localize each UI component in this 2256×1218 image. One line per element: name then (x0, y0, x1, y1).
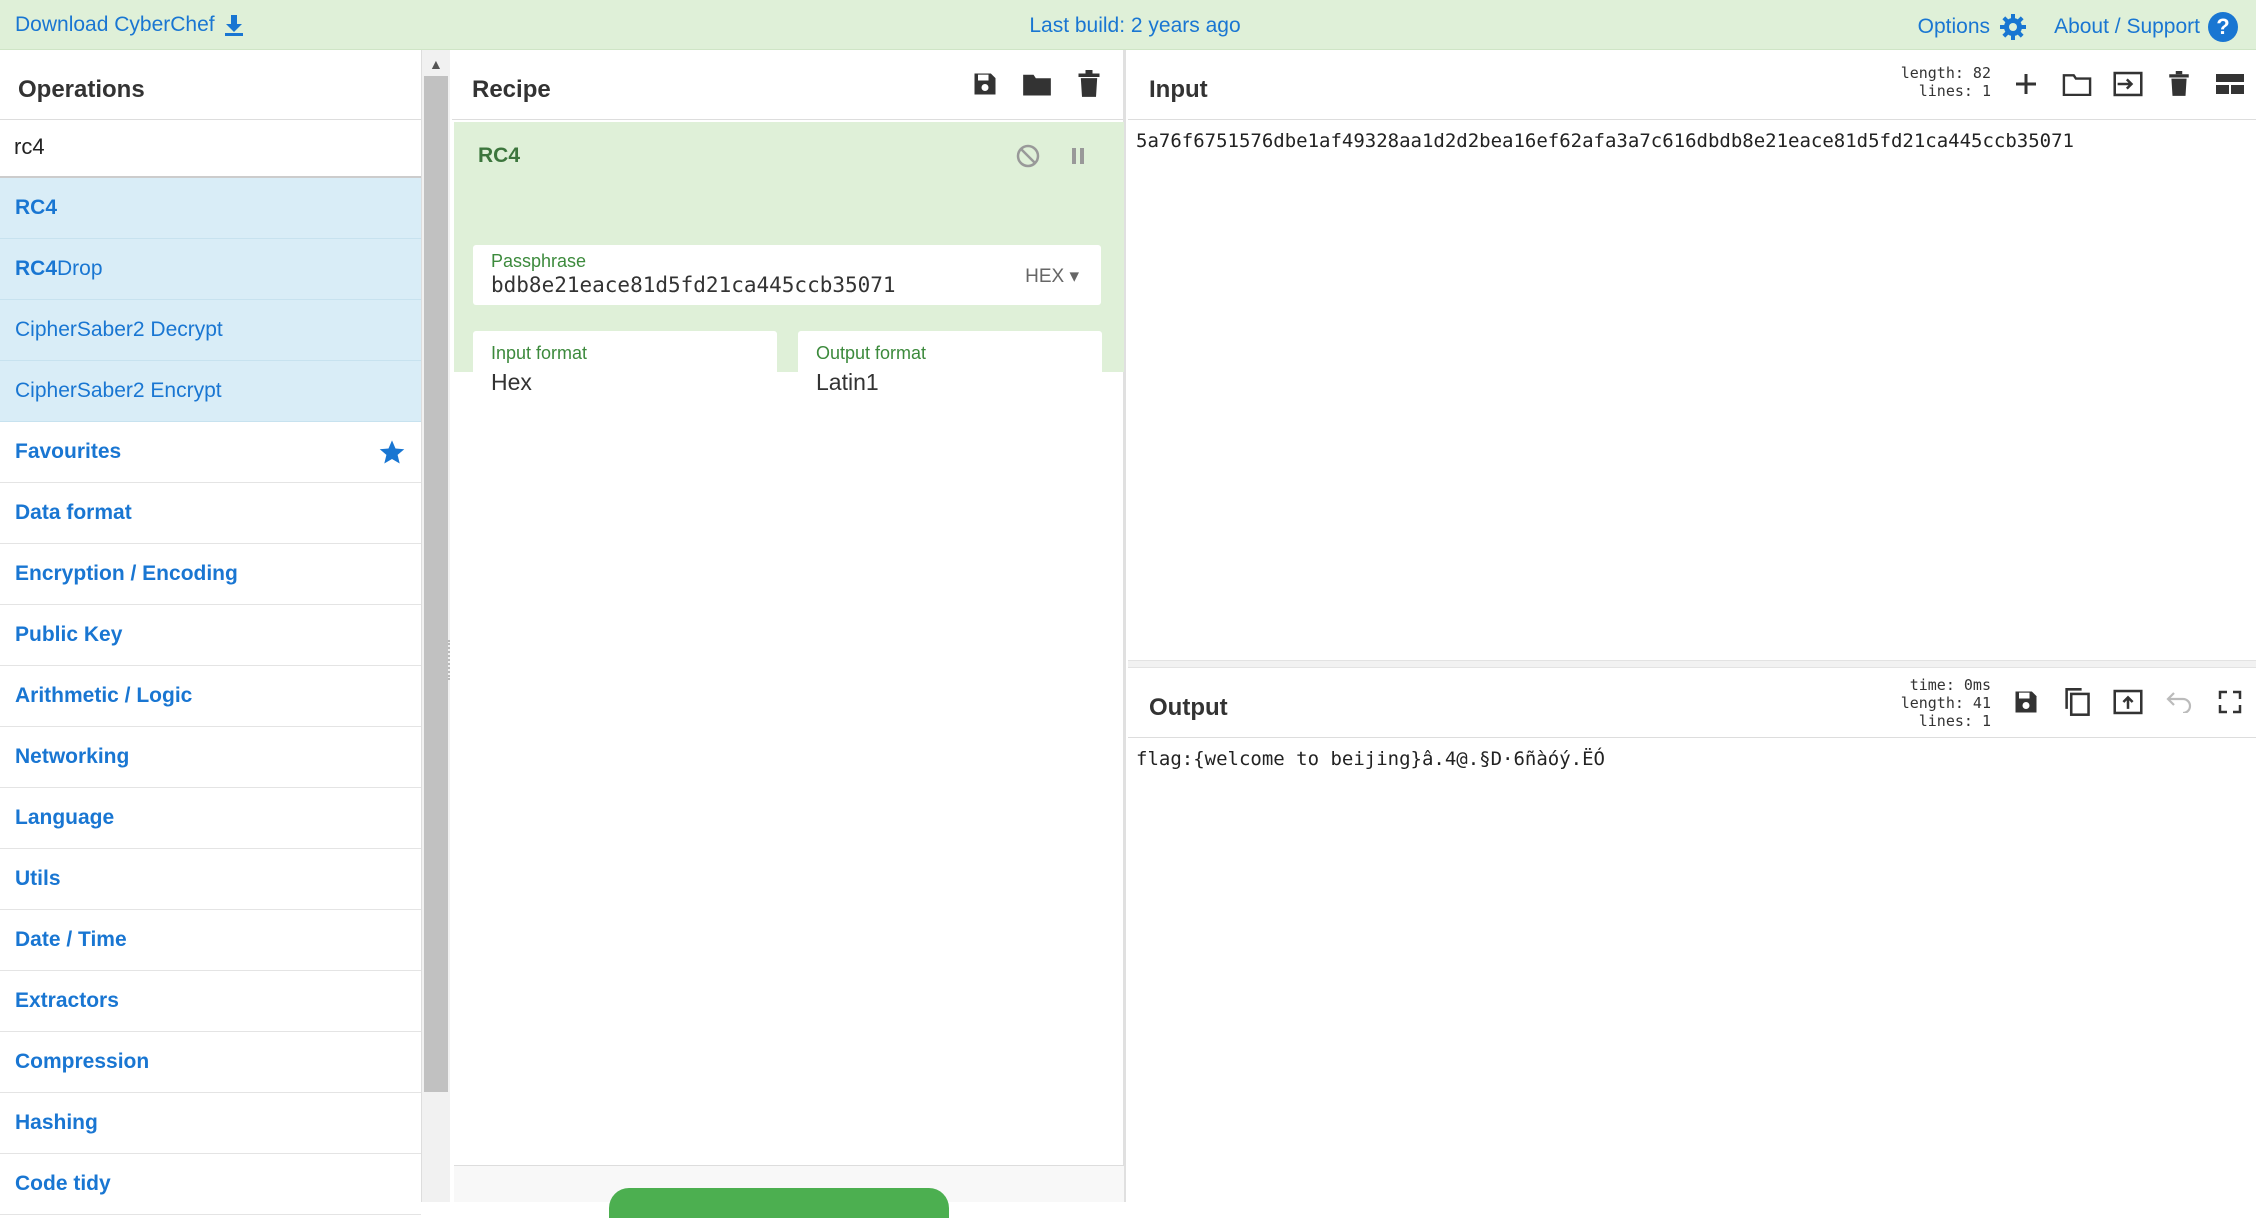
output-format-value[interactable]: Latin1 (816, 369, 879, 396)
operations-title: Operations (18, 76, 145, 103)
output-pane: Output time: 0ms length: 41 lines: 1 fla… (1128, 668, 2256, 1202)
input-format-label: Input format (491, 343, 588, 363)
output-header: Output time: 0ms length: 41 lines: 1 (1128, 668, 2256, 738)
input-length: length: 82 (1900, 64, 1991, 82)
category-language[interactable]: Language (0, 788, 421, 849)
passphrase-value[interactable]: bdb8e21eace81d5fd21ca445ccb35071 (491, 273, 896, 297)
category-networking[interactable]: Networking (0, 727, 421, 788)
op-result-ciphersaber2-encrypt[interactable]: CipherSaber2 Encrypt (0, 361, 421, 422)
caret-down-icon: ▾ (1069, 266, 1079, 287)
bake-button[interactable] (609, 1188, 949, 1218)
category-compression[interactable]: Compression (0, 1032, 421, 1093)
top-banner: Download CyberChef Last build: 2 years a… (0, 0, 2256, 50)
scrollbar-thumb[interactable] (424, 76, 448, 1092)
open-file-folder-icon[interactable] (2061, 68, 2093, 100)
operations-search-input[interactable]: rc4 (0, 120, 421, 178)
output-stats: time: 0ms length: 41 lines: 1 (1901, 676, 1991, 730)
copy-output-icon[interactable] (2061, 686, 2093, 718)
pause-breakpoint-icon[interactable] (1062, 140, 1094, 172)
category-code-tidy[interactable]: Code tidy (0, 1154, 421, 1215)
recipe-pane: Recipe RC4 Passphrase bdb8e21eace81d5fd2… (452, 50, 1126, 1218)
input-title: Input (1149, 76, 1208, 103)
output-length: length: 41 (1900, 694, 1991, 712)
open-folder-input-icon[interactable] (2112, 68, 2144, 100)
input-format-value[interactable]: Hex (491, 369, 532, 396)
category-date-time[interactable]: Date / Time (0, 910, 421, 971)
gear-icon (2000, 14, 2026, 40)
disable-operation-icon[interactable] (1012, 140, 1044, 172)
input-text-area[interactable]: 5a76f6751576dbe1af49328aa1d2d2bea16ef62a… (1136, 130, 2074, 152)
category-arithmetic-logic[interactable]: Arithmetic / Logic (0, 666, 421, 727)
rc4-operation-block: RC4 Passphrase bdb8e21eace81d5fd21ca445c… (454, 122, 1124, 399)
passphrase-label: Passphrase (491, 251, 587, 271)
input-pane: Input length: 82 lines: 1 5a76f6751576db… (1128, 50, 2256, 660)
operations-pane: Operations rc4 RC4 RC4 Drop CipherSaber2… (0, 50, 422, 1215)
op-result-rc4-drop[interactable]: RC4 Drop (0, 239, 421, 300)
output-title: Output (1149, 694, 1228, 721)
category-data-format[interactable]: Data format (0, 483, 421, 544)
category-utils[interactable]: Utils (0, 849, 421, 910)
input-lines: lines: 1 (1918, 82, 1991, 100)
passphrase-format-dropdown[interactable]: HEX ▾ (1025, 265, 1079, 288)
op-result-ciphersaber2-decrypt[interactable]: CipherSaber2 Decrypt (0, 300, 421, 361)
clear-input-trash-icon[interactable] (2163, 68, 2195, 100)
save-recipe-icon[interactable] (969, 68, 1001, 100)
recipe-header: Recipe (452, 50, 1123, 120)
operations-header: Operations (0, 50, 421, 120)
output-time: time: 0ms (1909, 676, 1991, 694)
about-support-link[interactable]: About / Support ? (2054, 12, 2238, 42)
reset-layout-icon[interactable] (2214, 68, 2246, 100)
category-extractors[interactable]: Extractors (0, 971, 421, 1032)
input-header: Input length: 82 lines: 1 (1128, 50, 2256, 120)
about-label[interactable]: About / Support (2054, 15, 2200, 39)
category-favourites[interactable]: Favourites (0, 422, 421, 483)
op-result-rc4[interactable]: RC4 (0, 178, 421, 239)
undo-icon[interactable] (2163, 686, 2195, 718)
output-text-area[interactable]: flag:{welcome to beijing}â.4@.§D·6ñàóý.Ë… (1136, 748, 1605, 770)
output-lines: lines: 1 (1918, 712, 1991, 730)
clear-recipe-trash-icon[interactable] (1073, 68, 1105, 100)
operation-name: RC4 (478, 144, 521, 167)
options-label[interactable]: Options (1918, 15, 1990, 39)
operations-scrollbar[interactable]: ▲ (422, 50, 450, 1202)
maximise-output-icon[interactable] (2214, 686, 2246, 718)
output-format-label: Output format (816, 343, 927, 363)
save-output-icon[interactable] (2010, 686, 2042, 718)
io-resize-handle[interactable] (1128, 660, 2256, 668)
passphrase-field[interactable]: Passphrase bdb8e21eace81d5fd21ca445ccb35… (473, 245, 1101, 305)
category-public-key[interactable]: Public Key (0, 605, 421, 666)
bake-bar (454, 1165, 1124, 1218)
output-format-field[interactable]: Output format Latin1 (798, 331, 1102, 399)
options-link[interactable]: Options (1918, 12, 2028, 42)
replace-input-with-output-icon[interactable] (2112, 686, 2144, 718)
scroll-up-icon[interactable]: ▲ (429, 56, 443, 72)
add-input-tab-icon[interactable] (2010, 68, 2042, 100)
category-encryption-encoding[interactable]: Encryption / Encoding (0, 544, 421, 605)
recipe-title: Recipe (472, 76, 551, 103)
help-icon: ? (2208, 12, 2238, 42)
input-stats: length: 82 lines: 1 (1901, 64, 1991, 100)
load-recipe-folder-icon[interactable] (1021, 68, 1053, 100)
category-hashing[interactable]: Hashing (0, 1093, 421, 1154)
star-icon[interactable] (378, 438, 406, 466)
input-format-field[interactable]: Input format Hex (473, 331, 777, 399)
